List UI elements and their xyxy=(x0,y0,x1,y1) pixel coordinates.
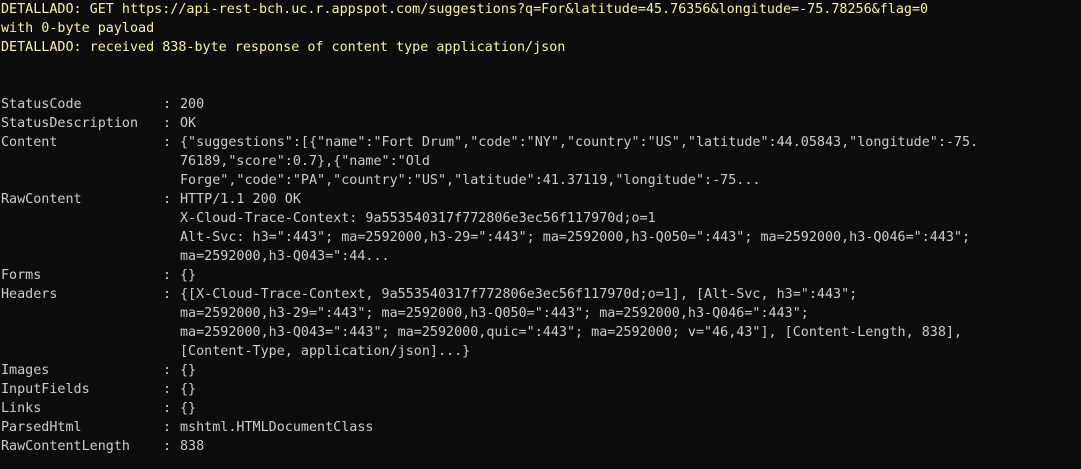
property-separator: : xyxy=(163,420,180,435)
property-value-line: ma=2592000,h3-29=":443"; ma=2592000,h3-Q… xyxy=(180,306,809,321)
terminal-output[interactable]: DETALLADO: GET https://api-rest-bch.uc.r… xyxy=(0,0,1081,469)
property-key: InputFields xyxy=(1,382,90,397)
property-row-links: Links: {} xyxy=(1,399,1081,418)
property-row-headers: Headers: {[X-Cloud-Trace-Context, 9a5535… xyxy=(1,285,1081,361)
property-value-line: {[X-Cloud-Trace-Context, 9a553540317f772… xyxy=(180,287,858,302)
property-key: ParsedHtml xyxy=(1,420,82,435)
property-value-line: {"suggestions":[{"name":"Fort Drum","cod… xyxy=(180,135,979,150)
property-row-statusdescription: StatusDescription: OK xyxy=(1,114,1081,133)
property-value-line: 200 xyxy=(180,97,205,112)
property-key: Links xyxy=(1,401,42,416)
property-separator: : xyxy=(163,268,180,283)
property-value: mshtml.HTMLDocumentClass xyxy=(180,418,1081,437)
property-key: Headers xyxy=(1,287,58,302)
property-value-line: {} xyxy=(180,382,197,397)
property-value: 200 xyxy=(180,95,1081,114)
property-value-line: {} xyxy=(180,268,197,283)
property-separator: : xyxy=(163,192,180,207)
property-separator: : xyxy=(163,135,180,150)
property-key: RawContentLength xyxy=(1,439,130,454)
verbose-line-1: DETALLADO: GET https://api-rest-bch.uc.r… xyxy=(1,2,929,17)
property-key: Content xyxy=(1,135,58,150)
property-separator: : xyxy=(163,439,180,454)
property-value-line: 76189,"score":0.7},{"name":"Old xyxy=(180,154,430,169)
property-value-line: mshtml.HTMLDocumentClass xyxy=(180,420,374,435)
property-separator: : xyxy=(163,97,180,112)
property-value-line: ma=2592000,h3-Q043=":443"; ma=2592000,qu… xyxy=(180,325,962,340)
property-key: RawContent xyxy=(1,192,82,207)
property-row-parsedhtml: ParsedHtml: mshtml.HTMLDocumentClass xyxy=(1,418,1081,437)
property-separator: : xyxy=(163,382,180,397)
property-row-rawcontentlength: RawContentLength: 838 xyxy=(1,437,1081,456)
property-key: StatusCode xyxy=(1,97,82,112)
property-value-line: {} xyxy=(180,401,197,416)
property-key: Images xyxy=(1,363,50,378)
property-separator: : xyxy=(163,116,180,131)
property-value-line: 838 xyxy=(180,439,205,454)
property-value: {} xyxy=(180,266,1081,285)
property-key: Forms xyxy=(1,268,42,283)
property-value: HTTP/1.1 200 OK X-Cloud-Trace-Context: 9a… xyxy=(180,190,1081,266)
verbose-line-3: DETALLADO: received 838-byte response of… xyxy=(1,40,566,55)
property-separator: : xyxy=(163,287,180,302)
property-row-images: Images: {} xyxy=(1,361,1081,380)
property-value-line: Alt-Svc: h3=":443"; ma=2592000,h3-29=":4… xyxy=(180,230,971,245)
property-value: {"suggestions":[{"name":"Fort Drum","cod… xyxy=(180,133,1081,190)
property-value: {} xyxy=(180,380,1081,399)
property-value-line: {} xyxy=(180,363,197,378)
property-value: {} xyxy=(180,361,1081,380)
property-row-rawcontent: RawContent: HTTP/1.1 200 OK X-Cloud-Trace… xyxy=(1,190,1081,266)
property-value-line: ma=2592000,h3-Q043=":44... xyxy=(180,249,390,264)
property-row-content: Content: {"suggestions":[{"name":"Fort D… xyxy=(1,133,1081,190)
property-value-line: OK xyxy=(180,116,197,131)
property-row-inputfields: InputFields: {} xyxy=(1,380,1081,399)
property-row-forms: Forms: {} xyxy=(1,266,1081,285)
property-value: {[X-Cloud-Trace-Context, 9a553540317f772… xyxy=(180,285,1081,361)
property-list: StatusCode: 200 StatusDescription: OK Cont… xyxy=(1,95,1081,456)
property-value-line: HTTP/1.1 200 OK xyxy=(180,192,301,207)
property-value-line: Forge","code":"PA","country":"US","latit… xyxy=(180,173,761,188)
property-value: OK xyxy=(180,114,1081,133)
property-value: {} xyxy=(180,399,1081,418)
property-value-line: X-Cloud-Trace-Context: 9a553540317f77280… xyxy=(180,211,656,226)
verbose-line-2: with 0-byte payload xyxy=(1,21,155,36)
property-separator: : xyxy=(163,401,180,416)
property-key: StatusDescription xyxy=(1,116,139,131)
property-row-statuscode: StatusCode: 200 xyxy=(1,95,1081,114)
property-value: 838 xyxy=(180,437,1081,456)
property-separator: : xyxy=(163,363,180,378)
property-value-line: [Content-Type, application/json]...} xyxy=(180,344,471,359)
